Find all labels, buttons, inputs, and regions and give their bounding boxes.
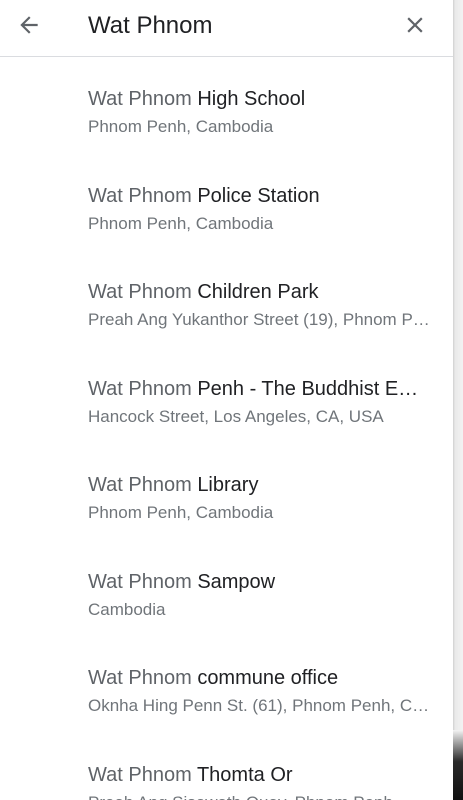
- result-item[interactable]: Wat Phnom Thomta Or Preah Ang Sisowath Q…: [0, 733, 453, 800]
- result-subtitle: Preah Ang Yukanthor Street (19), Phnom P…: [88, 310, 430, 329]
- result-item[interactable]: Wat Phnom Penh - The Buddhist E… Hancock…: [0, 347, 453, 444]
- result-title-match: Wat Phnom: [88, 667, 192, 689]
- result-title-rest: Penh - The Buddhist E…: [197, 377, 419, 400]
- result-title: Wat Phnom Sampow: [88, 569, 430, 595]
- result-title-match: Wat Phnom: [88, 88, 192, 110]
- search-panel: Wat Phnom Wat Phnom High School Phnom Pe…: [0, 0, 453, 800]
- result-title: Wat Phnom Police Station: [88, 183, 430, 209]
- result-title-rest: Children Park: [197, 281, 319, 303]
- result-subtitle: Phnom Penh, Cambodia: [88, 117, 274, 136]
- background-edge-shadow: [453, 730, 463, 800]
- result-title-rest: Sampow: [197, 570, 276, 593]
- close-icon: [407, 17, 423, 33]
- result-title-rest: Library: [197, 474, 259, 496]
- clear-button[interactable]: [400, 10, 430, 40]
- result-subtitle: Hancock Street, Los Angeles, CA, USA: [88, 406, 384, 426]
- result-item[interactable]: Wat Phnom Police Station Phnom Penh, Cam…: [0, 154, 453, 251]
- back-button[interactable]: [14, 10, 44, 40]
- search-query[interactable]: Wat Phnom: [88, 12, 213, 40]
- result-title-rest: Police Station: [197, 184, 320, 207]
- background-edge: [453, 0, 463, 800]
- search-bar: Wat Phnom: [0, 0, 453, 57]
- result-title: Wat Phnom Penh - The Buddhist E…: [88, 376, 430, 402]
- result-title-match: Wat Phnom: [88, 570, 192, 593]
- result-item[interactable]: Wat Phnom Library Phnom Penh, Cambodia: [0, 443, 453, 540]
- result-title: Wat Phnom Library: [88, 472, 430, 498]
- result-title: Wat Phnom Children Park: [88, 279, 430, 305]
- app-window: Wat Phnom Wat Phnom High School Phnom Pe…: [0, 0, 463, 800]
- result-subtitle: Phnom Penh, Cambodia: [88, 503, 274, 522]
- result-item[interactable]: Wat Phnom commune office Oknha Hing Penn…: [0, 636, 453, 733]
- result-title-match: Wat Phnom: [88, 377, 192, 400]
- result-title: Wat Phnom High School: [88, 86, 430, 112]
- results-list: Wat Phnom High School Phnom Penh, Cambod…: [0, 57, 453, 800]
- result-title-match: Wat Phnom: [88, 281, 192, 303]
- result-subtitle: Oknha Hing Penn St. (61), Phnom Penh, Ca…: [88, 696, 430, 715]
- result-title: Wat Phnom Thomta Or: [88, 762, 430, 788]
- result-item[interactable]: Wat Phnom Sampow Cambodia: [0, 540, 453, 637]
- result-title-rest: Thomta Or: [196, 763, 293, 786]
- result-item[interactable]: Wat Phnom High School Phnom Penh, Cambod…: [0, 57, 453, 154]
- result-title: Wat Phnom commune office: [88, 665, 430, 691]
- result-title-match: Wat Phnom: [88, 474, 192, 496]
- result-title-rest: commune office: [197, 667, 339, 689]
- result-subtitle: Phnom Penh, Cambodia: [88, 213, 274, 233]
- arrow-left-icon: [20, 16, 38, 34]
- result-title-match: Wat Phnom: [88, 763, 192, 786]
- result-item[interactable]: Wat Phnom Children Park Preah Ang Yukant…: [0, 250, 453, 347]
- result-subtitle: Cambodia: [88, 599, 166, 619]
- result-title-rest: High School: [197, 88, 306, 110]
- result-title-match: Wat Phnom: [88, 184, 192, 207]
- result-subtitle: Preah Ang Sisowath Quay, Phnom Penh: [88, 792, 430, 800]
